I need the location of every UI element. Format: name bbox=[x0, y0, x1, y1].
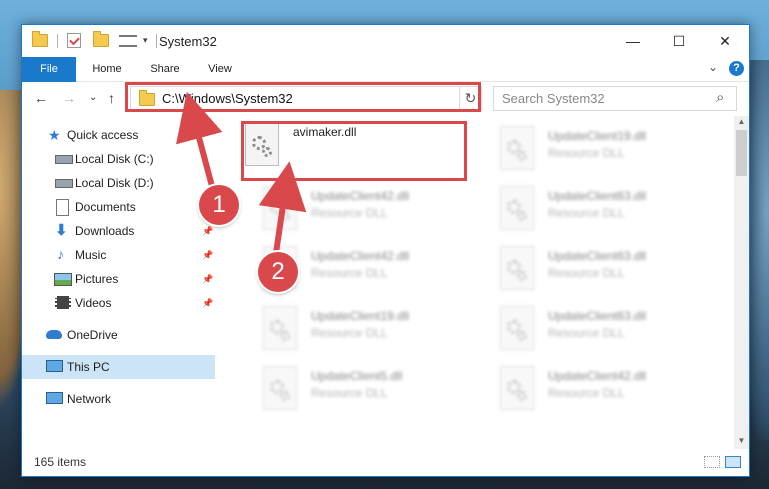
step-2-badge: 2 bbox=[258, 252, 298, 292]
arrow-to-address-bar bbox=[175, 91, 223, 191]
annotation-arrows bbox=[175, 91, 307, 254]
arrow-to-file bbox=[258, 161, 307, 254]
step-1-badge: 1 bbox=[199, 185, 239, 225]
